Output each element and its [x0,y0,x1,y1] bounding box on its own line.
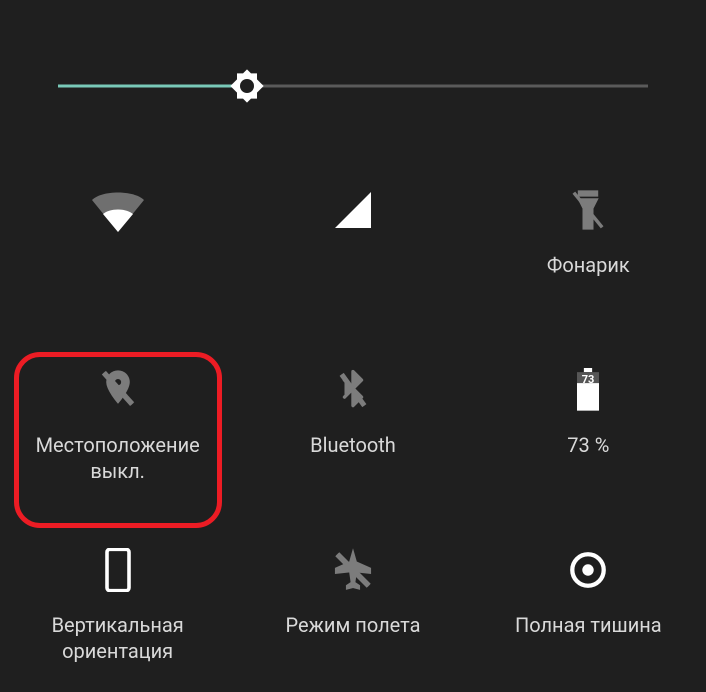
tile-signal[interactable] [235,156,470,336]
signal-icon [331,182,375,238]
tile-label: Режим полета [286,612,421,638]
quick-settings-panel: Фонарик Местоположение выкл. Bl [0,0,706,692]
battery-value: 73 [582,373,595,386]
tile-bluetooth[interactable]: Bluetooth [235,336,470,516]
tile-label: Фонарик [547,252,630,278]
bluetooth-off-icon [336,362,370,418]
do-not-disturb-icon [568,542,608,598]
tiles-grid: Фонарик Местоположение выкл. Bl [0,156,706,692]
tile-location[interactable]: Местоположение выкл. [0,336,235,516]
tile-label: Местоположение выкл. [36,432,200,484]
wifi-icon [90,182,146,238]
flashlight-icon [569,182,607,238]
battery-icon: 73 [573,362,603,418]
tile-rotation[interactable]: Вертикальная ориентация [0,516,235,692]
brightness-icon [227,66,267,106]
tile-label: Вертикальная ориентация [52,612,184,664]
tile-airplane[interactable]: Режим полета [235,516,470,692]
slider-thumb[interactable] [225,64,269,108]
tile-battery[interactable]: 73 73 % [471,336,706,516]
brightness-slider[interactable] [58,76,648,96]
airplane-off-icon [331,542,375,598]
portrait-orientation-icon [103,542,133,598]
tile-dnd[interactable]: Полная тишина [471,516,706,692]
tile-label: 73 % [567,432,609,458]
tile-label: Полная тишина [515,612,662,638]
tile-label: Bluetooth [310,432,396,458]
location-off-icon [98,362,138,418]
slider-track-fill [58,85,247,88]
tile-torch[interactable]: Фонарик [471,156,706,336]
tile-wifi[interactable] [0,156,235,336]
